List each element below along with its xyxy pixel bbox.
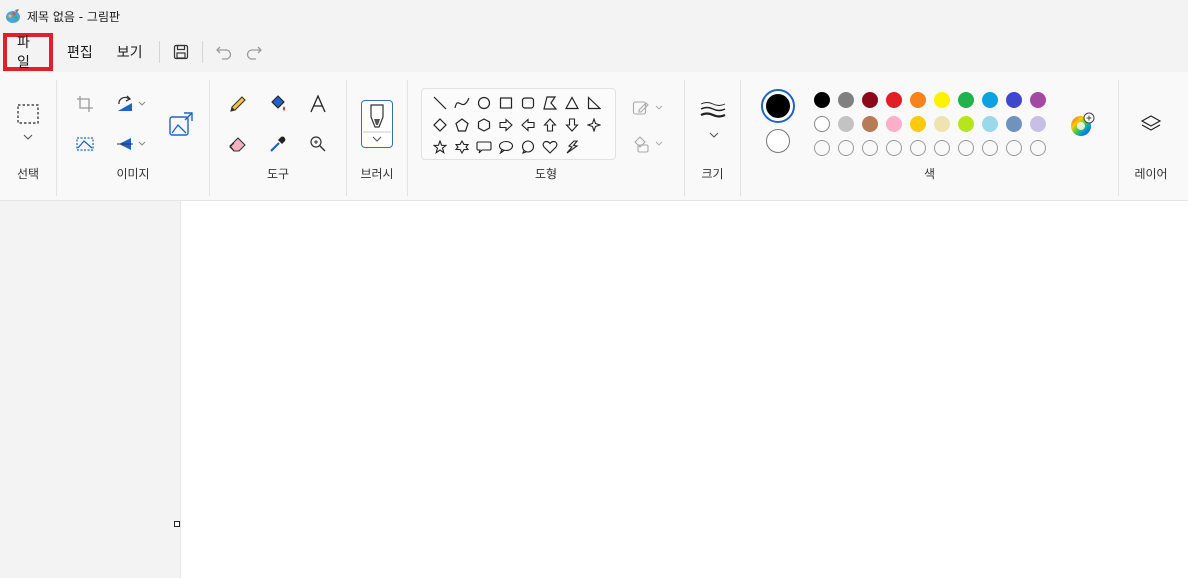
colors-group-label: 색 bbox=[923, 167, 936, 181]
magnifier-icon[interactable] bbox=[304, 130, 332, 158]
view-menu[interactable]: 보기 bbox=[107, 34, 153, 70]
custom-color-slot[interactable] bbox=[1006, 140, 1022, 156]
palette-color-swatch[interactable] bbox=[814, 116, 830, 132]
custom-color-slot[interactable] bbox=[838, 140, 854, 156]
palette-color-swatch[interactable] bbox=[1006, 92, 1022, 108]
flip-chevron-down-icon[interactable] bbox=[135, 132, 149, 156]
shapes-group: 도형 bbox=[408, 72, 684, 194]
brush-button[interactable] bbox=[361, 100, 393, 148]
size-chevron-down-icon[interactable] bbox=[700, 128, 728, 142]
custom-color-slot[interactable] bbox=[910, 140, 926, 156]
stroke-size-icon[interactable] bbox=[698, 100, 728, 120]
edit-colors-icon[interactable] bbox=[1067, 110, 1097, 140]
custom-color-slot[interactable] bbox=[1030, 140, 1046, 156]
window-title: 제목 없음 - 그림판 bbox=[27, 9, 121, 24]
layers-icon[interactable] bbox=[1137, 110, 1165, 138]
save-icon[interactable] bbox=[166, 37, 196, 67]
text-tool-icon[interactable] bbox=[304, 90, 332, 118]
palette-color-swatch[interactable] bbox=[934, 92, 950, 108]
brushes-group-label: 브러시 bbox=[360, 167, 394, 181]
menu-bar: 파일 편집 보기 bbox=[0, 32, 1188, 72]
palette-color-swatch[interactable] bbox=[982, 92, 998, 108]
menu-separator bbox=[158, 41, 160, 63]
size-group: 크기 bbox=[685, 72, 740, 194]
palette-color-swatch[interactable] bbox=[838, 116, 854, 132]
custom-color-slot[interactable] bbox=[886, 140, 902, 156]
image-properties-icon[interactable] bbox=[71, 130, 99, 158]
size-group-label: 크기 bbox=[701, 167, 724, 181]
crop-icon[interactable] bbox=[71, 90, 99, 118]
palette-color-swatch[interactable] bbox=[958, 92, 974, 108]
canvas-resize-handle[interactable] bbox=[174, 521, 180, 527]
custom-color-slot[interactable] bbox=[982, 140, 998, 156]
selection-group: 선택 bbox=[0, 72, 56, 194]
palette-color-swatch[interactable] bbox=[862, 92, 878, 108]
image-group-label: 이미지 bbox=[116, 167, 150, 181]
palette-color-swatch[interactable] bbox=[886, 116, 902, 132]
custom-color-slot[interactable] bbox=[862, 140, 878, 156]
resize-image-icon[interactable] bbox=[165, 108, 197, 140]
primary-color-selector[interactable] bbox=[761, 89, 795, 123]
secondary-color-swatch[interactable] bbox=[766, 129, 790, 153]
palette-color-swatch[interactable] bbox=[910, 116, 926, 132]
shapes-group-label: 도형 bbox=[534, 167, 558, 181]
layers-group-label: 레이어 bbox=[1134, 167, 1168, 181]
color-picker-icon[interactable] bbox=[264, 130, 292, 158]
chevron-down-icon[interactable] bbox=[14, 130, 42, 144]
palette-color-swatch[interactable] bbox=[886, 92, 902, 108]
palette-color-swatch[interactable] bbox=[1030, 92, 1046, 108]
tools-group-label: 도구 bbox=[266, 167, 290, 181]
colors-group: 색 bbox=[741, 72, 1118, 194]
fill-bucket-icon[interactable] bbox=[264, 90, 292, 118]
palette-color-swatch[interactable] bbox=[814, 92, 830, 108]
palette-color-swatch[interactable] bbox=[838, 92, 854, 108]
brushes-group: 브러시 bbox=[347, 72, 407, 194]
rotate-chevron-down-icon[interactable] bbox=[135, 92, 149, 116]
custom-color-slot[interactable] bbox=[958, 140, 974, 156]
file-menu[interactable]: 파일 bbox=[3, 33, 53, 71]
palette-color-swatch[interactable] bbox=[1030, 116, 1046, 132]
eraser-icon[interactable] bbox=[224, 130, 252, 158]
ribbon-toolbar: 선택 이미지 도구 브러시 도형 크기 색 레이어 bbox=[0, 72, 1188, 201]
palette-color-swatch[interactable] bbox=[1006, 116, 1022, 132]
custom-color-slot[interactable] bbox=[934, 140, 950, 156]
palette-color-swatch[interactable] bbox=[910, 92, 926, 108]
palette-color-swatch[interactable] bbox=[958, 116, 974, 132]
undo-icon[interactable] bbox=[209, 37, 239, 67]
primary-color-swatch bbox=[766, 94, 790, 118]
custom-color-slot[interactable] bbox=[814, 140, 830, 156]
palette-color-swatch[interactable] bbox=[862, 116, 878, 132]
redo-icon[interactable] bbox=[239, 37, 269, 67]
selection-group-label: 선택 bbox=[16, 167, 40, 181]
palette-color-swatch[interactable] bbox=[982, 116, 998, 132]
tools-group: 도구 bbox=[210, 72, 346, 194]
image-group: 이미지 bbox=[57, 72, 209, 194]
drawing-canvas[interactable] bbox=[180, 201, 1188, 578]
edit-menu[interactable]: 편집 bbox=[57, 34, 103, 70]
layers-group: 레이어 bbox=[1119, 72, 1183, 194]
title-bar: 제목 없음 - 그림판 bbox=[0, 0, 1188, 32]
rectangle-select-icon[interactable] bbox=[14, 100, 42, 128]
pencil-icon[interactable] bbox=[224, 90, 252, 118]
menu-separator bbox=[201, 41, 203, 63]
paint-app-icon bbox=[6, 9, 20, 23]
palette-color-swatch[interactable] bbox=[934, 116, 950, 132]
